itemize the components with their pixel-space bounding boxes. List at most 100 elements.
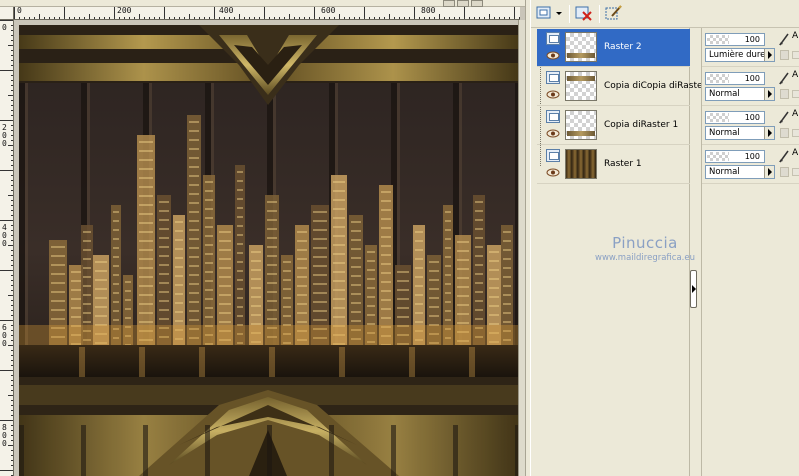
- building-window-row: [429, 270, 439, 272]
- building-window-row: [297, 249, 307, 251]
- layer-thumbnail[interactable]: [565, 110, 597, 140]
- building-window-row: [503, 294, 511, 296]
- building-window-row: [475, 300, 483, 302]
- building-window-row: [475, 318, 483, 320]
- layer-link-checkbox[interactable]: [792, 51, 799, 59]
- layer-type-icon[interactable]: [546, 149, 560, 162]
- building-window-row: [237, 297, 243, 299]
- opacity-slider[interactable]: 100: [705, 150, 765, 163]
- visibility-eye-icon[interactable]: [546, 90, 560, 99]
- building-window-row: [283, 270, 291, 272]
- new-layer-button[interactable]: [533, 3, 555, 23]
- layer-type-icon[interactable]: [546, 32, 560, 45]
- building-window-row: [175, 293, 183, 295]
- blend-mode-select[interactable]: Normal: [705, 165, 775, 179]
- delete-layer-button[interactable]: [573, 3, 595, 23]
- blend-mode-select[interactable]: Lumière dure: [705, 48, 775, 62]
- building-window-row: [71, 307, 81, 309]
- layer-thumbnail[interactable]: [565, 149, 597, 179]
- building-window-row: [205, 262, 213, 264]
- edit-brush-icon[interactable]: [778, 110, 790, 124]
- visibility-eye-icon[interactable]: [546, 129, 560, 138]
- close-button[interactable]: [471, 0, 483, 7]
- layer-name[interactable]: Copia diRaster 1: [604, 120, 678, 130]
- building-window-row: [237, 171, 243, 173]
- maximize-button[interactable]: [457, 0, 469, 7]
- building-window-row: [489, 269, 499, 271]
- new-layer-dropdown[interactable]: [553, 3, 565, 23]
- vertical-ruler[interactable]: 0 200 400 600 800: [0, 20, 14, 476]
- building-window-row: [415, 249, 423, 251]
- building-window-row: [333, 307, 345, 309]
- building-window-row: [159, 282, 169, 284]
- building-window-row: [313, 211, 327, 213]
- lock-icon[interactable]: [780, 167, 789, 177]
- building-window-row: [205, 253, 213, 255]
- edit-brush-icon[interactable]: [778, 32, 790, 46]
- floor-pillar-shadow: [205, 425, 210, 476]
- canvas-vertical-scrollbar[interactable]: [518, 20, 525, 476]
- lock-icon[interactable]: [780, 50, 789, 60]
- layer-link-checkbox[interactable]: [792, 129, 799, 137]
- building-window-row: [159, 291, 169, 293]
- visibility-eye-icon[interactable]: [546, 51, 560, 60]
- layer-properties-button[interactable]: [603, 3, 625, 23]
- building-window-row: [71, 271, 81, 273]
- building-window-row: [445, 319, 451, 321]
- building-window-row: [113, 229, 119, 231]
- layer-type-icon[interactable]: [546, 71, 560, 84]
- edit-brush-icon[interactable]: [778, 149, 790, 163]
- building-window-row: [267, 210, 277, 212]
- building-window-row: [159, 264, 169, 266]
- layer-row[interactable]: Raster 2: [537, 29, 690, 67]
- building-window-row: [251, 269, 261, 271]
- canvas-title-strip: [0, 0, 525, 7]
- building-window-row: [297, 312, 307, 314]
- layer-type-icon[interactable]: [546, 110, 560, 123]
- blend-mode-arrow-icon[interactable]: [764, 166, 774, 178]
- layer-thumbnail[interactable]: [565, 71, 597, 101]
- ruler-left-label-200: 200: [2, 123, 7, 148]
- layer-link-checkbox[interactable]: [792, 168, 799, 176]
- layer-row[interactable]: Raster 1: [537, 146, 690, 184]
- building-window-row: [189, 247, 199, 249]
- building-window-row: [189, 166, 199, 168]
- minimize-button[interactable]: [443, 0, 455, 7]
- edit-brush-icon[interactable]: [778, 71, 790, 85]
- blend-mode-value: Lumière dure: [709, 50, 766, 60]
- layer-link-checkbox[interactable]: [792, 90, 799, 98]
- layer-row[interactable]: Copia diRaster 1: [537, 107, 690, 145]
- building-window-row: [175, 248, 183, 250]
- opacity-slider[interactable]: 100: [705, 72, 765, 85]
- blend-mode-arrow-icon[interactable]: [764, 127, 774, 139]
- building-window-row: [251, 305, 261, 307]
- building-window-row: [415, 276, 423, 278]
- blend-mode-select[interactable]: Normal: [705, 87, 775, 101]
- horizontal-ruler[interactable]: 0 200 400 600 800: [14, 7, 520, 20]
- visibility-eye-icon[interactable]: [546, 168, 560, 177]
- blend-mode-select[interactable]: Normal: [705, 126, 775, 140]
- layer-name[interactable]: Raster 1: [604, 159, 642, 169]
- layer-row[interactable]: Copia diCopia diRaster: [537, 68, 706, 106]
- blend-mode-arrow-icon[interactable]: [764, 88, 774, 100]
- building-window-row: [333, 262, 345, 264]
- layer-thumbnail[interactable]: [565, 32, 597, 62]
- building-window-row: [159, 300, 169, 302]
- building-window-row: [283, 288, 291, 290]
- building-window-row: [415, 240, 423, 242]
- opacity-checker-swatch: [707, 35, 729, 44]
- collapse-panel-handle[interactable]: [690, 270, 697, 308]
- layer-name[interactable]: Raster 2: [604, 42, 642, 52]
- lock-icon[interactable]: [780, 89, 789, 99]
- artwork-image[interactable]: [19, 25, 518, 476]
- opacity-slider[interactable]: 100: [705, 111, 765, 124]
- opacity-slider[interactable]: 100: [705, 33, 765, 46]
- ruler-left-label-800: 800: [2, 423, 7, 448]
- lock-icon[interactable]: [780, 128, 789, 138]
- ruler-top-label-200: 200: [117, 7, 132, 15]
- building-window-row: [475, 201, 483, 203]
- building-window-row: [139, 258, 153, 260]
- layer-name[interactable]: Copia diCopia diRaster: [604, 81, 706, 91]
- building-window-row: [175, 230, 183, 232]
- blend-mode-arrow-icon[interactable]: [764, 49, 774, 61]
